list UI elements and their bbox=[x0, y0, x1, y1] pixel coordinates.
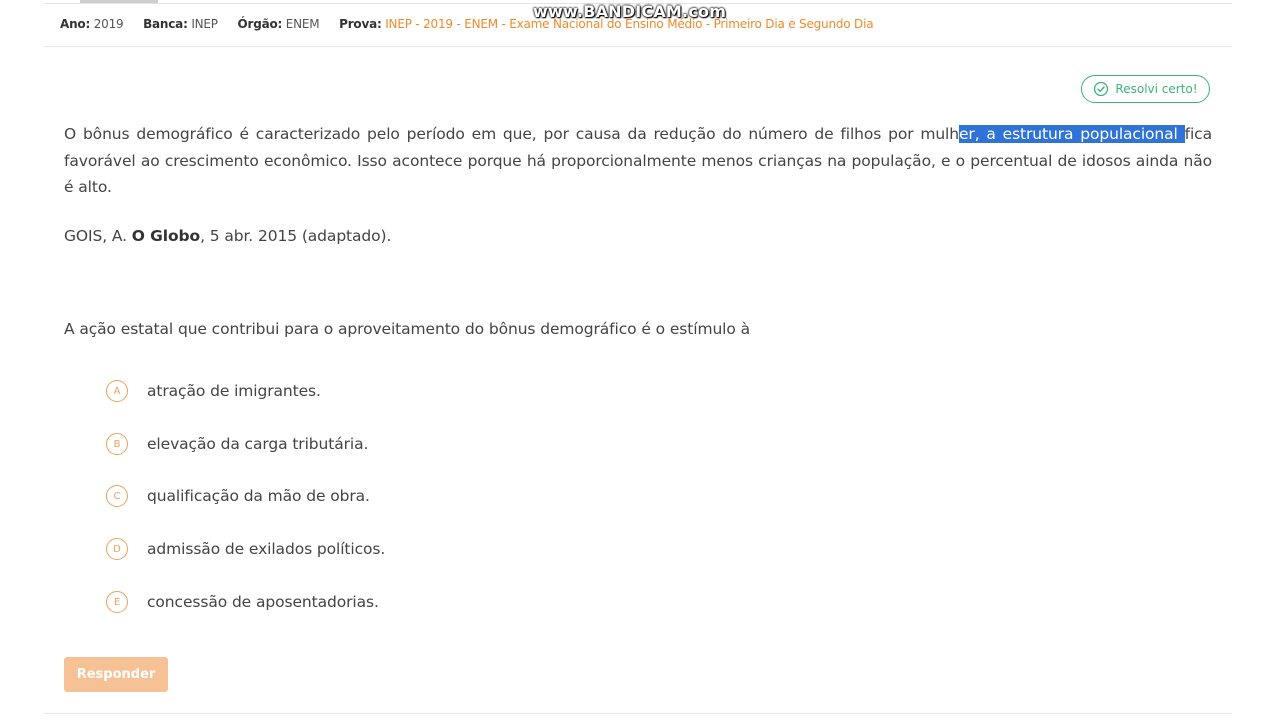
option-d[interactable]: D admissão de exilados políticos. bbox=[106, 536, 385, 562]
meta-banca: Banca: INEP bbox=[143, 17, 218, 31]
option-letter-b[interactable]: B bbox=[106, 433, 128, 455]
bandicam-watermark: www.BANDICAM.com bbox=[533, 2, 727, 21]
option-letter-d[interactable]: D bbox=[106, 538, 128, 560]
respond-button[interactable]: Responder bbox=[64, 657, 168, 692]
footer-divider bbox=[44, 713, 1232, 714]
option-e[interactable]: E concessão de aposentadorias. bbox=[106, 589, 379, 615]
option-text-a[interactable]: atração de imigrantes. bbox=[147, 382, 321, 400]
option-text-c[interactable]: qualificação da mão de obra. bbox=[147, 487, 370, 505]
status-badge: Resolvi certo! bbox=[1081, 75, 1210, 103]
option-a[interactable]: A atração de imigrantes. bbox=[106, 378, 321, 404]
option-text-d[interactable]: admissão de exilados políticos. bbox=[147, 540, 385, 558]
selected-text: er, a estrutura populacional bbox=[959, 125, 1185, 143]
check-circle-icon bbox=[1093, 81, 1109, 97]
option-letter-c[interactable]: C bbox=[106, 485, 128, 507]
question-meta-bar: Ano: 2019 Banca: INEP Órgão: ENEM Prova:… bbox=[60, 17, 889, 31]
option-letter-e[interactable]: E bbox=[106, 591, 128, 613]
option-c[interactable]: C qualificação da mão de obra. bbox=[106, 483, 370, 509]
meta-orgao: Órgão: ENEM bbox=[237, 17, 320, 31]
option-text-b[interactable]: elevação da carga tributária. bbox=[147, 435, 368, 453]
option-text-e[interactable]: concessão de aposentadorias. bbox=[147, 593, 379, 611]
header-divider bbox=[44, 46, 1232, 47]
question-source: GOIS, A. O Globo, 5 abr. 2015 (adaptado)… bbox=[64, 227, 392, 245]
meta-ano: Ano: 2019 bbox=[60, 17, 124, 31]
question-prompt: A ação estatal que contribui para o apro… bbox=[64, 320, 750, 338]
status-badge-label: Resolvi certo! bbox=[1115, 82, 1198, 96]
option-letter-a[interactable]: A bbox=[106, 380, 128, 402]
question-text: O bônus demográfico é caracterizado pelo… bbox=[64, 125, 1212, 196]
option-b[interactable]: B elevação da carga tributária. bbox=[106, 431, 368, 457]
